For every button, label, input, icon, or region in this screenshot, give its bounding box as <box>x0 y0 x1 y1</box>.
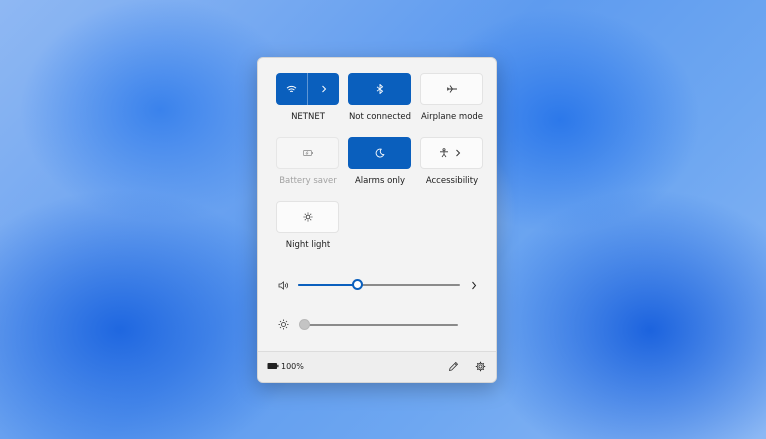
settings-button[interactable] <box>474 360 486 372</box>
moon-icon <box>375 148 385 158</box>
focus-assist-label: Alarms only <box>354 176 406 186</box>
accessibility-label: Accessibility <box>425 176 479 186</box>
brightness-icon-container <box>277 318 289 330</box>
battery-saver-label: Battery saver <box>279 176 337 186</box>
battery-saver-icon <box>302 150 313 156</box>
bluetooth-label: Not connected <box>348 112 412 122</box>
brightness-slider[interactable] <box>298 319 458 330</box>
battery-saver-tile[interactable] <box>276 137 339 169</box>
night-light-tile[interactable] <box>276 201 339 233</box>
wifi-icon <box>286 85 297 92</box>
airplane-mode-label: Airplane mode <box>420 112 484 122</box>
brightness-icon <box>278 319 288 329</box>
chevron-right-icon <box>472 281 477 289</box>
chevron-right-icon <box>321 85 326 93</box>
volume-slider[interactable] <box>298 279 460 290</box>
chevron-right-icon <box>455 149 460 157</box>
bluetooth-icon <box>376 84 383 94</box>
volume-slider-thumb[interactable] <box>352 279 364 290</box>
wifi-tile[interactable] <box>276 73 339 105</box>
airplane-icon <box>446 85 457 93</box>
quick-settings-footer: 100% <box>258 351 496 382</box>
wifi-toggle[interactable] <box>276 73 307 105</box>
airplane-mode-tile[interactable] <box>420 73 483 105</box>
accessibility-expand-button[interactable] <box>452 138 483 168</box>
quick-settings-panel: NETNET Not connected Airplane mode Batte… <box>257 57 497 383</box>
battery-percentage: 100% <box>281 362 304 371</box>
sun-icon <box>303 212 312 222</box>
wifi-label: NETNET <box>291 112 325 122</box>
focus-assist-tile[interactable] <box>348 137 411 169</box>
volume-button[interactable] <box>277 279 289 291</box>
pencil-icon <box>448 361 458 371</box>
brightness-slider-thumb[interactable] <box>298 319 310 330</box>
audio-output-button[interactable] <box>468 279 480 291</box>
speaker-icon <box>278 280 288 290</box>
gear-icon <box>475 361 485 371</box>
edit-quick-settings-button[interactable] <box>447 360 459 372</box>
accessibility-tile[interactable] <box>420 137 483 169</box>
volume-slider-fill <box>298 284 358 286</box>
accessibility-icon <box>439 148 448 158</box>
accessibility-toggle[interactable] <box>421 138 452 168</box>
battery-status[interactable] <box>267 361 279 371</box>
bluetooth-tile[interactable] <box>348 73 411 105</box>
battery-icon <box>267 363 279 369</box>
night-light-label: Night light <box>285 240 331 250</box>
wifi-expand-button[interactable] <box>307 73 339 105</box>
